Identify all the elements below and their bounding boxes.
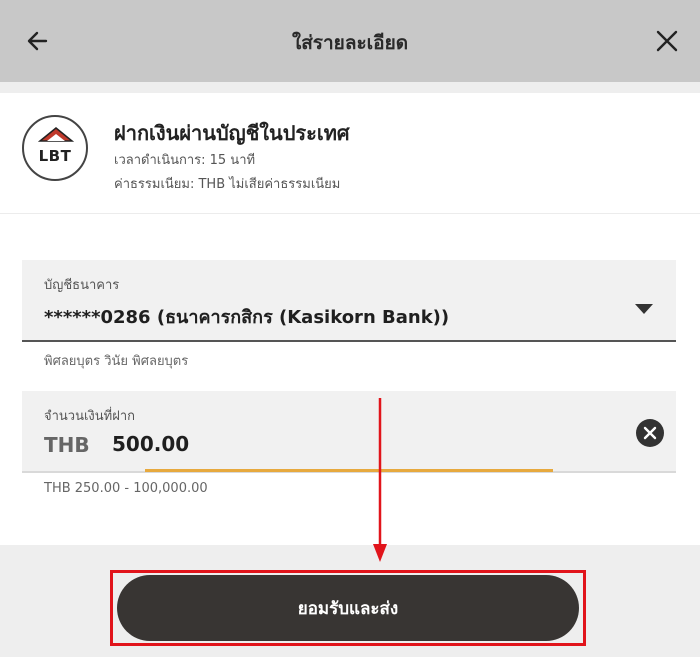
fee-info: ค่าธรรมเนียม: THB ไม่เสียค่าธรรมเนียม xyxy=(114,177,341,192)
clear-icon[interactable] xyxy=(636,419,664,447)
page-title: ใส่รายละเอียด xyxy=(291,32,409,54)
logo-text: LBT xyxy=(38,147,72,165)
bank-account-select[interactable]: บัญชีธนาคาร ******0286 (ธนาคารกสิกร (Kas… xyxy=(22,260,676,342)
close-icon[interactable] xyxy=(654,28,680,54)
payment-method-summary: LBT ฝากเงินผ่านบัญชีในประเทศ เวลาดำเนินก… xyxy=(0,93,700,214)
bank-roof-icon xyxy=(38,127,74,142)
deposit-form-card: LBT ฝากเงินผ่านบัญชีในประเทศ เวลาดำเนินก… xyxy=(0,93,700,545)
bank-account-value: ******0286 (ธนาคารกสิกร (Kasikorn Bank)) xyxy=(44,307,450,328)
amount-label: จำนวนเงินที่ฝาก xyxy=(44,409,136,424)
account-holder-name: พิศลยบุตร วินัย พิศลยบุตร xyxy=(44,354,189,369)
amount-input[interactable] xyxy=(112,429,552,459)
top-bar: ใส่รายละเอียด xyxy=(0,0,700,82)
accept-and-submit-button[interactable]: ยอมรับและส่ง xyxy=(117,575,579,641)
currency-code: THB xyxy=(44,433,90,457)
annotation-highlight-box: ยอมรับและส่ง xyxy=(110,570,586,646)
amount-field: จำนวนเงินที่ฝาก THB xyxy=(22,391,676,473)
method-title: ฝากเงินผ่านบัญชีในประเทศ xyxy=(114,121,350,145)
processing-time: เวลาดำเนินการ: 15 นาที xyxy=(114,153,256,168)
annotation-arrow-icon xyxy=(370,398,390,568)
caret-down-icon[interactable] xyxy=(634,300,654,319)
input-focus-indicator xyxy=(145,469,553,472)
bank-account-label: บัญชีธนาคาร xyxy=(44,278,120,293)
amount-range-hint: THB 250.00 - 100,000.00 xyxy=(44,481,208,496)
bank-transfer-logo: LBT xyxy=(22,115,88,181)
